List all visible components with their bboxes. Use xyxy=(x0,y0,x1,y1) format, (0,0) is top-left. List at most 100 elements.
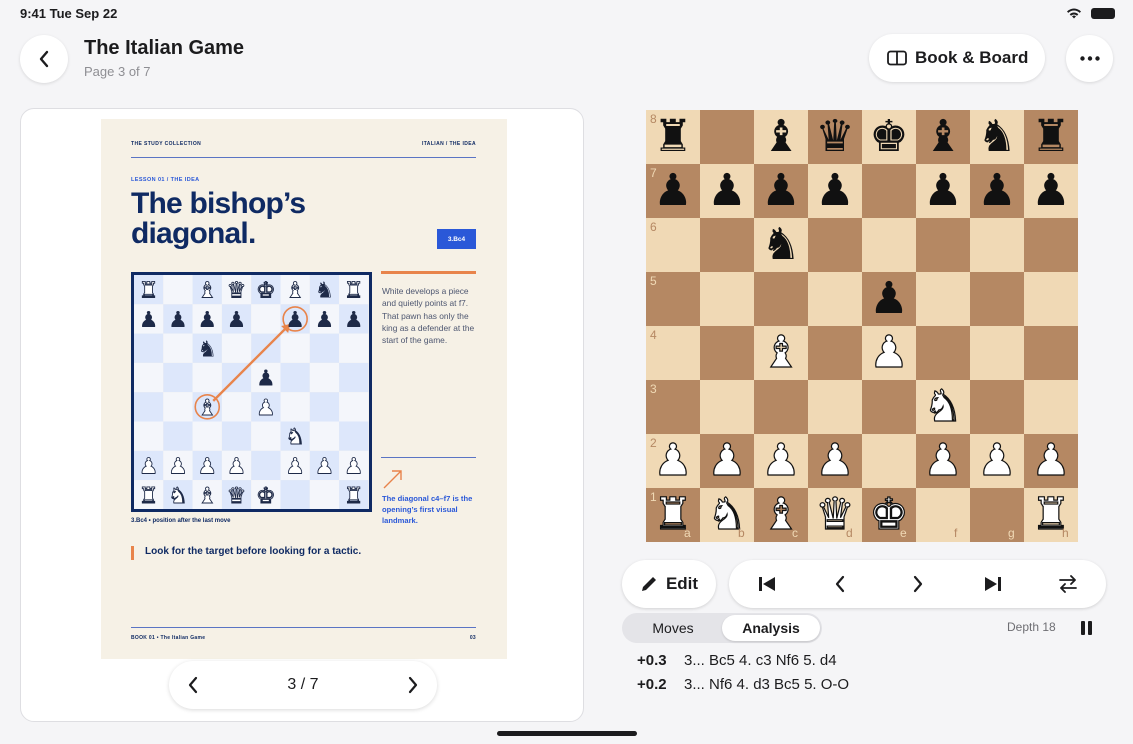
square-h4[interactable] xyxy=(1024,326,1078,380)
square-e7[interactable] xyxy=(862,164,916,218)
line-score: +0.2 xyxy=(637,676,667,693)
white-pawn-piece[interactable]: ♟ xyxy=(700,434,754,488)
diagram-square xyxy=(251,421,281,451)
diagram-square xyxy=(134,421,164,451)
file-label: h xyxy=(1062,526,1069,540)
white-king-piece[interactable]: ♚ xyxy=(862,488,916,542)
square-d6[interactable] xyxy=(808,218,862,272)
square-b5[interactable] xyxy=(700,272,754,326)
square-c3[interactable] xyxy=(754,380,808,434)
square-g1[interactable] xyxy=(970,488,1024,542)
white-bishop-piece[interactable]: ♝ xyxy=(754,488,808,542)
black-pawn-piece[interactable]: ♟ xyxy=(970,164,1024,218)
square-b4[interactable] xyxy=(700,326,754,380)
square-h5[interactable] xyxy=(1024,272,1078,326)
next-page-button[interactable] xyxy=(401,673,425,697)
diagram-square xyxy=(221,333,252,363)
white-knight-piece[interactable]: ♞ xyxy=(916,380,970,434)
white-pawn-piece[interactable]: ♟ xyxy=(754,434,808,488)
tab-analysis[interactable]: Analysis xyxy=(722,615,820,641)
square-e3[interactable] xyxy=(862,380,916,434)
square-g5[interactable] xyxy=(970,272,1024,326)
square-b6[interactable] xyxy=(700,218,754,272)
diagram-square xyxy=(134,392,164,422)
diagram-black-pawn: ♟ xyxy=(168,308,188,333)
more-button[interactable] xyxy=(1066,35,1113,82)
white-pawn-piece[interactable]: ♟ xyxy=(1024,434,1078,488)
previous-move-button[interactable] xyxy=(828,572,852,596)
book-page: THE STUDY COLLECTION ITALIAN / THE IDEA … xyxy=(101,119,507,659)
first-move-button[interactable] xyxy=(755,572,779,596)
page-header-divider xyxy=(131,157,476,158)
square-d3[interactable] xyxy=(808,380,862,434)
book-and-board-button[interactable]: Book & Board xyxy=(869,34,1045,82)
square-f6[interactable] xyxy=(916,218,970,272)
page-header-left: THE STUDY COLLECTION xyxy=(131,141,202,147)
back-button[interactable] xyxy=(20,35,68,83)
file-label: b xyxy=(738,526,745,540)
square-e2[interactable] xyxy=(862,434,916,488)
white-knight-piece[interactable]: ♞ xyxy=(700,488,754,542)
next-move-button[interactable] xyxy=(906,572,930,596)
black-pawn-piece[interactable]: ♟ xyxy=(700,164,754,218)
arrow-diagonal-icon xyxy=(383,470,402,489)
chess-board[interactable]: ♜ 8 ♝ ♛ ♚ ♝ ♞ ♜ ♟ 7 ♟ ♟ ♟ ♟ ♟ ♟ 6 ♞ 5 ♟ 4 ♝ ♟ 3 ♞ ♟ 2 ♟ ♟ ♟ ♟ ♟ ♟ ♜ 1 a ♞ b ♝ c… xyxy=(646,110,1078,542)
pencil-icon xyxy=(641,577,656,591)
tab-moves[interactable]: Moves xyxy=(624,615,722,641)
diagram-white-bishop: ♝ xyxy=(197,484,217,509)
square-f4[interactable] xyxy=(916,326,970,380)
diagram-white-pawn: ♟ xyxy=(227,454,247,479)
square-d5[interactable] xyxy=(808,272,862,326)
white-pawn-piece[interactable]: ♟ xyxy=(970,434,1024,488)
black-pawn-piece[interactable]: ♟ xyxy=(808,164,862,218)
black-king-piece[interactable]: ♚ xyxy=(862,110,916,164)
diagram-white-queen: ♛ xyxy=(227,279,247,304)
white-rook-piece[interactable]: ♜ xyxy=(1024,488,1078,542)
line-moves: 3... Nf6 4. d3 Bc5 5. O-O xyxy=(684,676,850,693)
square-d4[interactable] xyxy=(808,326,862,380)
square-h3[interactable] xyxy=(1024,380,1078,434)
white-pawn-piece[interactable]: ♟ xyxy=(862,326,916,380)
square-b8[interactable] xyxy=(700,110,754,164)
black-knight-piece[interactable]: ♞ xyxy=(754,218,808,272)
square-f5[interactable] xyxy=(916,272,970,326)
diagram-black-pawn: ♟ xyxy=(256,367,276,392)
black-pawn-piece[interactable]: ♟ xyxy=(1024,164,1078,218)
file-label: e xyxy=(900,526,907,540)
diagram-square xyxy=(309,392,340,422)
white-bishop-piece[interactable]: ♝ xyxy=(754,326,808,380)
white-pawn-piece[interactable]: ♟ xyxy=(808,434,862,488)
black-knight-piece[interactable]: ♞ xyxy=(970,110,1024,164)
edit-button[interactable]: Edit xyxy=(622,560,716,608)
black-pawn-piece[interactable]: ♟ xyxy=(862,272,916,326)
black-pawn-piece[interactable]: ♟ xyxy=(754,164,808,218)
black-pawn-piece[interactable]: ♟ xyxy=(916,164,970,218)
square-g3[interactable] xyxy=(970,380,1024,434)
last-move-button[interactable] xyxy=(981,572,1005,596)
black-bishop-piece[interactable]: ♝ xyxy=(754,110,808,164)
square-h6[interactable] xyxy=(1024,218,1078,272)
diagram-white-bishop: ♝ xyxy=(197,279,217,304)
square-g6[interactable] xyxy=(970,218,1024,272)
diagram-black-knight: ♞ xyxy=(315,279,335,304)
pause-engine-button[interactable] xyxy=(1078,619,1094,637)
square-e6[interactable] xyxy=(862,218,916,272)
white-queen-piece[interactable]: ♛ xyxy=(808,488,862,542)
square-f1[interactable] xyxy=(916,488,970,542)
diagram-square xyxy=(251,304,281,334)
wifi-icon xyxy=(1067,8,1081,19)
black-bishop-piece[interactable]: ♝ xyxy=(916,110,970,164)
line-score: +0.3 xyxy=(637,652,667,669)
flip-board-button[interactable] xyxy=(1056,572,1080,596)
diagram-square xyxy=(134,333,164,363)
black-queen-piece[interactable]: ♛ xyxy=(808,110,862,164)
diagram-white-pawn: ♟ xyxy=(197,454,217,479)
analysis-line[interactable]: +0.3 3... Bc5 4. c3 Nf6 5. d4 xyxy=(637,652,837,669)
square-b3[interactable] xyxy=(700,380,754,434)
diagram-black-pawn: ♟ xyxy=(315,308,335,333)
analysis-line[interactable]: +0.2 3... Nf6 4. d3 Bc5 5. O-O xyxy=(637,676,849,693)
black-rook-piece[interactable]: ♜ xyxy=(1024,110,1078,164)
white-pawn-piece[interactable]: ♟ xyxy=(916,434,970,488)
square-g4[interactable] xyxy=(970,326,1024,380)
square-c5[interactable] xyxy=(754,272,808,326)
